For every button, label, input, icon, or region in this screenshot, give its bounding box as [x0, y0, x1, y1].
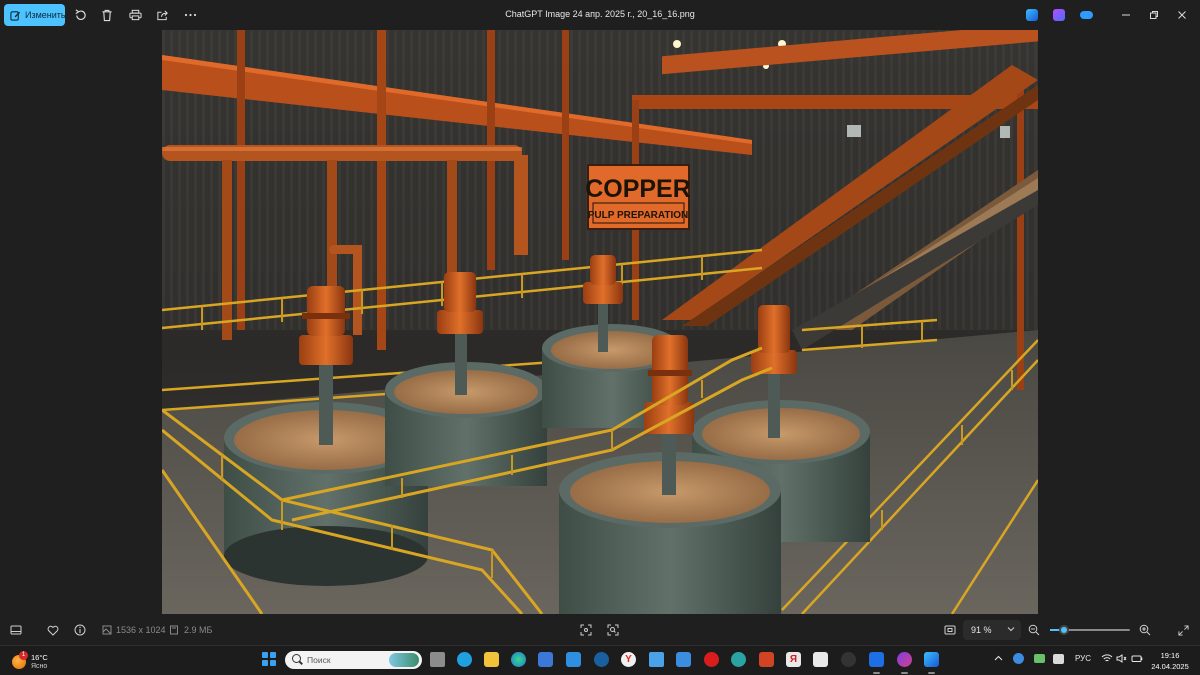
fit-to-window-icon[interactable] — [580, 624, 592, 636]
tray-app-icon[interactable] — [1013, 653, 1024, 664]
weather-badge: 1 — [19, 651, 28, 660]
clock-date: 24.04.2025 — [1151, 662, 1189, 671]
remote-desktop-icon[interactable] — [676, 652, 691, 667]
weather-condition: Ясно — [31, 663, 48, 670]
zoom-slider-thumb[interactable] — [1058, 625, 1069, 635]
minimize-icon[interactable] — [1118, 7, 1134, 23]
print-icon[interactable] — [128, 8, 142, 22]
shield-app-icon[interactable] — [841, 652, 856, 667]
zoom-value: 91 % — [971, 625, 992, 635]
sign-copper: COPPER — [585, 175, 691, 203]
zoom-out-icon[interactable] — [1028, 624, 1040, 636]
yandex-browser-icon[interactable]: Y — [621, 652, 636, 667]
search-icon — [292, 654, 301, 663]
share-icon[interactable] — [155, 8, 169, 22]
file-size-icon — [168, 624, 180, 636]
tray-drive-icon[interactable] — [1053, 654, 1064, 664]
app-circle-icon[interactable] — [897, 652, 912, 674]
onedrive-icon[interactable] — [1080, 11, 1093, 19]
more-icon[interactable] — [183, 8, 197, 22]
skype-icon[interactable] — [457, 652, 472, 667]
dimensions-icon — [101, 624, 113, 636]
taskbar-clock[interactable]: 19:16 24.04.2025 — [1148, 650, 1192, 672]
powerpoint-icon[interactable] — [759, 652, 774, 667]
start-button[interactable] — [262, 652, 276, 666]
title-bar: Изменить ChatGPT Image 24 апр. 2025 г., … — [0, 0, 1200, 30]
edit-icon — [10, 10, 21, 21]
photos-app-icon[interactable] — [924, 652, 939, 674]
calculator-icon[interactable] — [649, 652, 664, 667]
language-indicator[interactable]: РУС — [1075, 654, 1091, 663]
info-icon[interactable] — [74, 624, 86, 636]
tray-chat-icon[interactable] — [1034, 654, 1045, 663]
maps-icon[interactable] — [731, 652, 746, 667]
favorite-icon[interactable] — [47, 624, 59, 636]
chevron-down-icon — [1007, 625, 1015, 634]
opera-icon[interactable] — [704, 652, 719, 667]
weather-widget[interactable]: 1 16°C Ясно — [10, 649, 70, 673]
designer-icon[interactable] — [1053, 9, 1065, 21]
volume-icon[interactable] — [1116, 654, 1127, 665]
search-highlight-icon — [389, 653, 419, 667]
rotate-icon[interactable] — [73, 8, 87, 22]
yandex-icon[interactable]: Я — [786, 652, 801, 667]
window-title: ChatGPT Image 24 апр. 2025 г., 20_16_16.… — [505, 9, 695, 19]
edit-button[interactable]: Изменить — [4, 4, 66, 26]
wifi-icon[interactable] — [1101, 654, 1113, 665]
show-hidden-icons-icon[interactable] — [994, 654, 1003, 663]
battery-icon[interactable] — [1131, 654, 1143, 665]
search-placeholder: Поиск — [307, 655, 331, 665]
mail-icon[interactable] — [566, 652, 581, 667]
clock-time: 19:16 — [1160, 651, 1180, 660]
restore-icon[interactable] — [1146, 7, 1162, 23]
store-icon[interactable] — [538, 652, 553, 667]
sign-pulp-preparation: PULP PREPARATION — [588, 210, 689, 221]
visual-search-icon[interactable] — [607, 624, 619, 636]
edge-icon[interactable] — [511, 652, 526, 667]
photos-app-window: Изменить ChatGPT Image 24 апр. 2025 г., … — [0, 0, 1200, 645]
settings-gear-icon[interactable] — [594, 652, 609, 667]
actual-size-icon[interactable] — [944, 624, 956, 636]
close-icon[interactable] — [1174, 7, 1190, 23]
document-app-icon[interactable] — [813, 652, 828, 667]
delete-icon[interactable] — [100, 8, 114, 22]
edit-button-label: Изменить — [25, 10, 66, 20]
image-dimensions: 1536 x 1024 — [116, 625, 166, 635]
file-explorer-icon[interactable] — [484, 652, 499, 667]
photo-canvas[interactable]: COPPER PULP PREPARATION — [162, 30, 1038, 614]
zoom-in-icon[interactable] — [1139, 624, 1151, 636]
taskbar-search[interactable]: Поиск — [285, 651, 422, 669]
filmstrip-icon[interactable] — [10, 624, 22, 636]
vscode-icon[interactable] — [869, 652, 884, 674]
task-view-icon[interactable] — [430, 652, 445, 667]
fullscreen-icon[interactable] — [1177, 624, 1189, 636]
weather-temperature: 16°C — [31, 653, 48, 662]
zoom-dropdown[interactable]: 91 % — [963, 620, 1021, 640]
clipchamp-icon[interactable] — [1026, 9, 1038, 21]
file-size: 2.9 МБ — [184, 625, 213, 635]
